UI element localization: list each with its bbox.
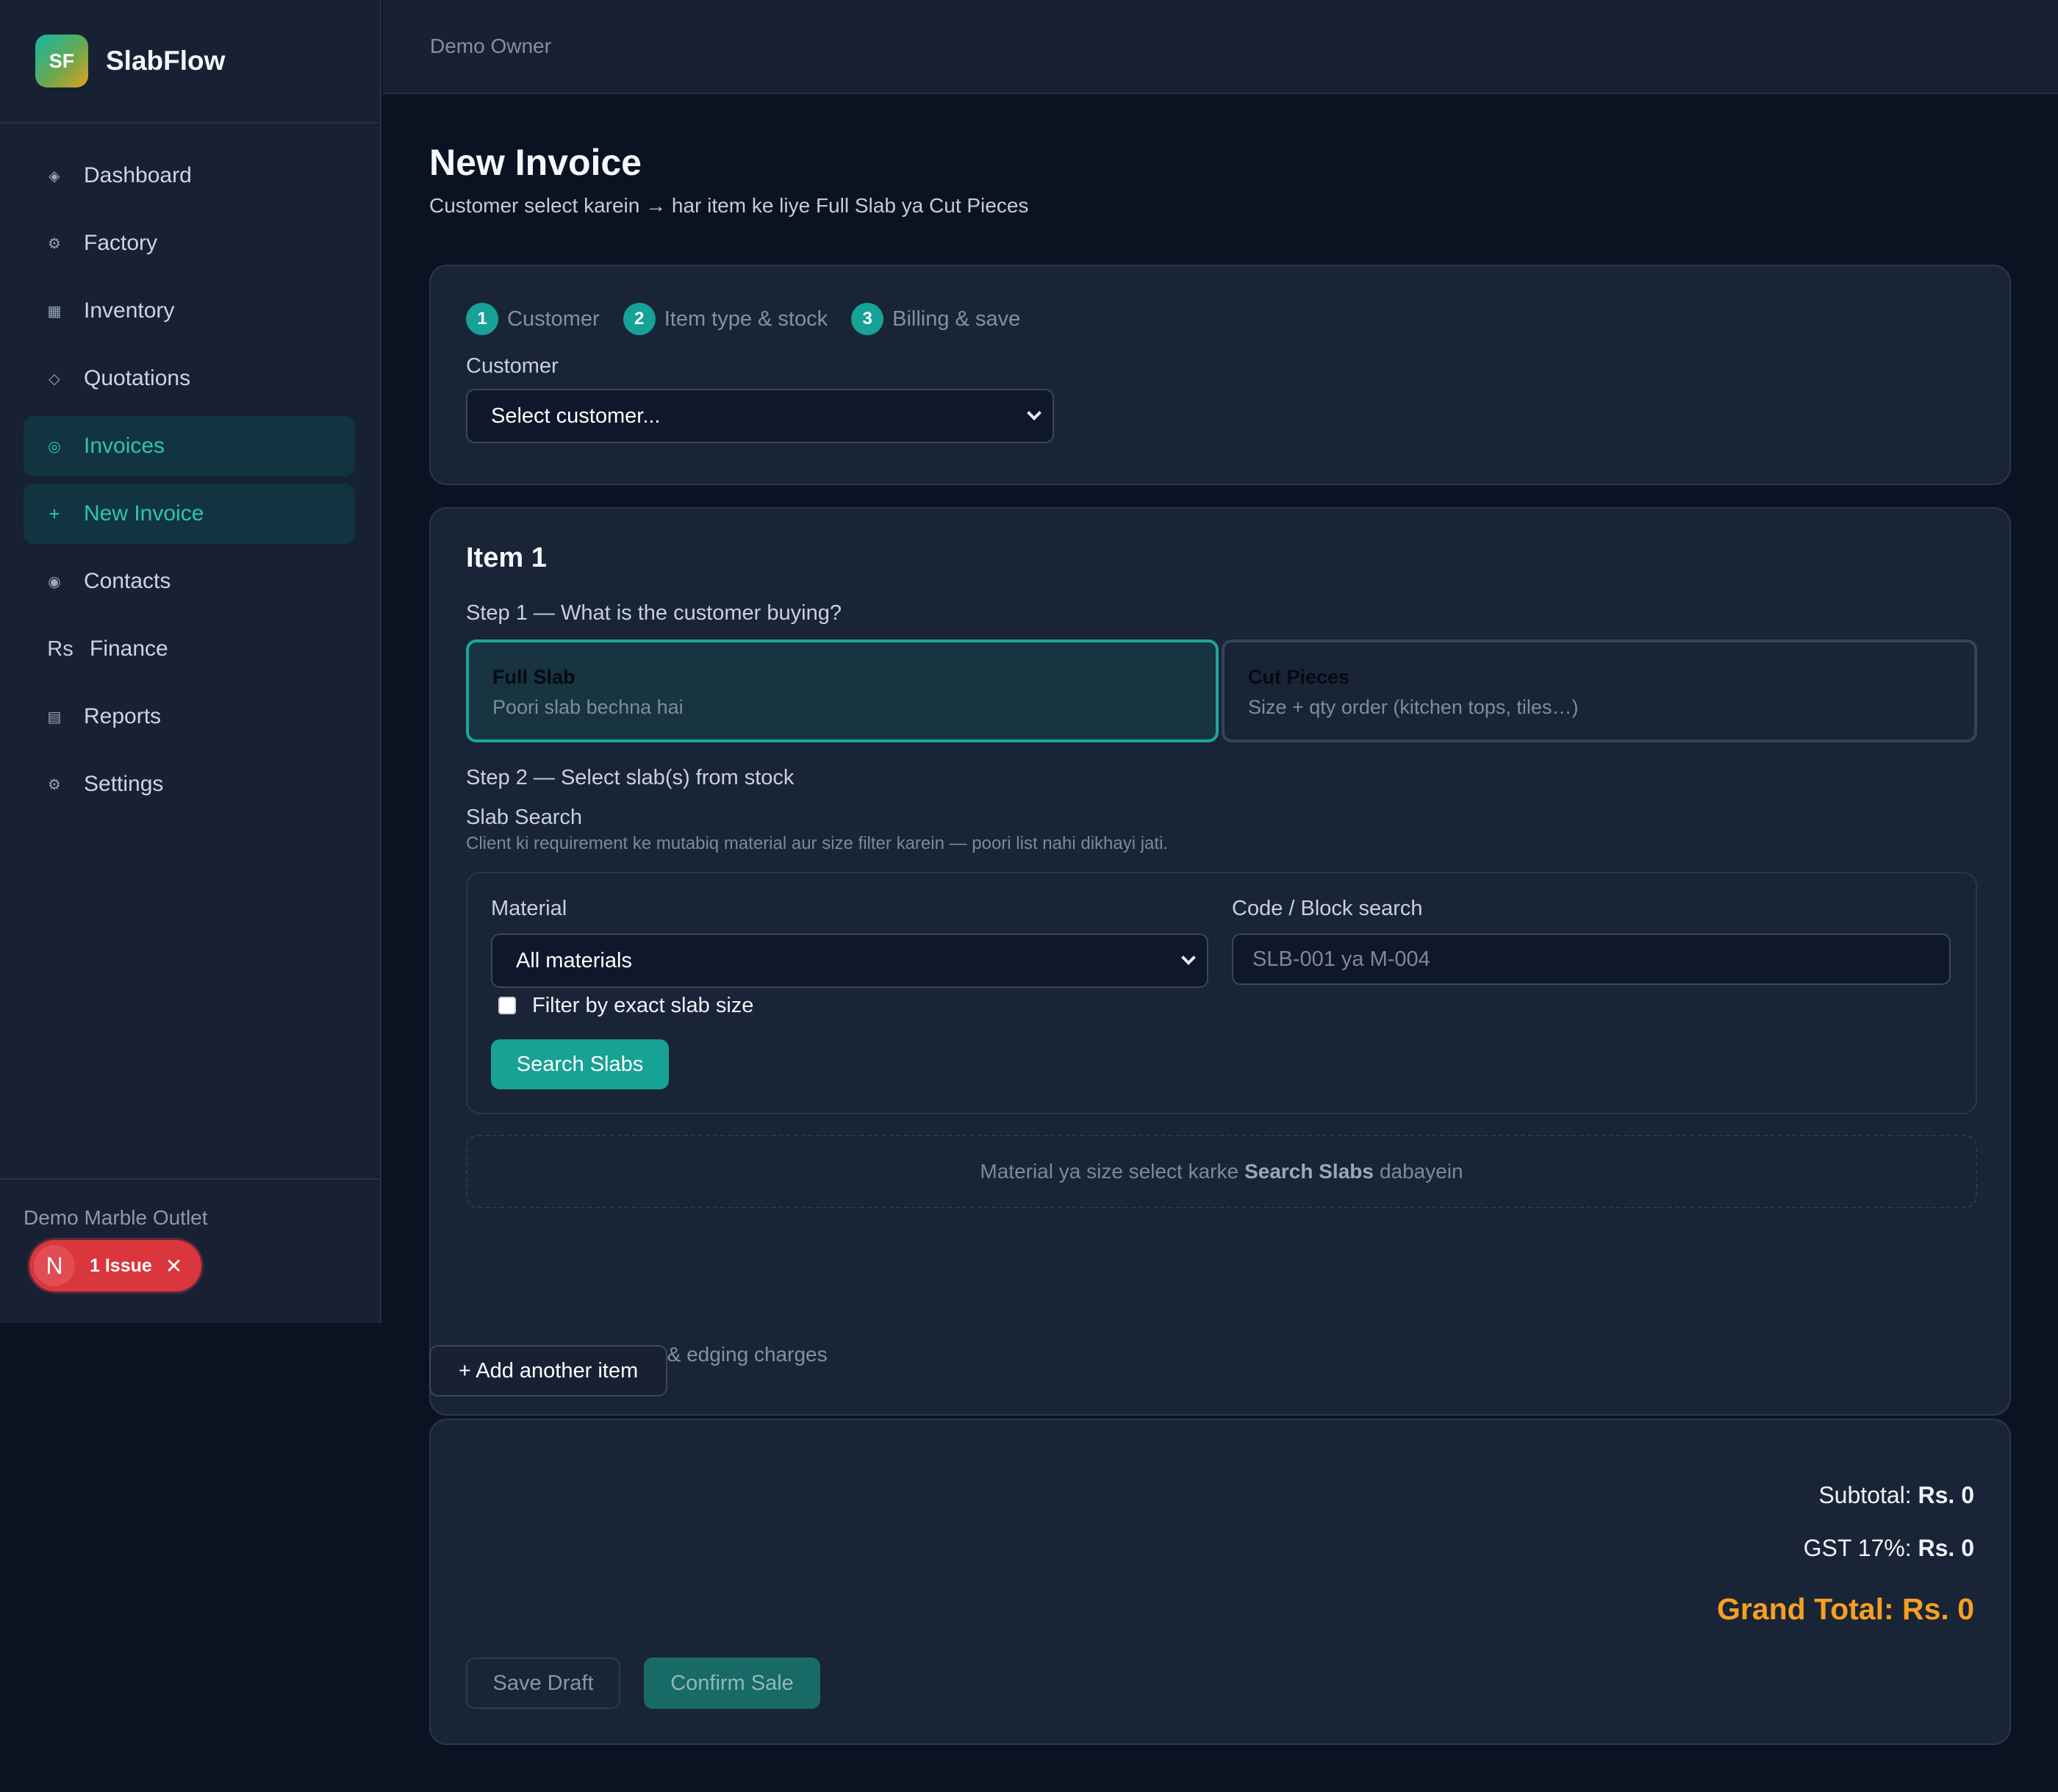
brand[interactable]: SF SlabFlow	[0, 0, 380, 123]
subtotal-value: Rs. 0	[1918, 1482, 1974, 1508]
sidebar-item-settings[interactable]: ⚙ Settings	[24, 754, 355, 814]
step-label: Item type & stock	[664, 307, 828, 331]
empty-state-bold: Search Slabs	[1244, 1160, 1374, 1183]
material-select[interactable]: All materials	[491, 933, 1208, 988]
sidebar-item-label: New Invoice	[84, 501, 204, 526]
code-search-placeholder: SLB-001 ya M-004	[1252, 947, 1430, 971]
subtotal-label: Subtotal:	[1818, 1482, 1912, 1508]
empty-state-text: Material ya size select karke	[980, 1160, 1239, 1183]
app-name: SlabFlow	[106, 46, 226, 76]
grand-total: Grand Total: Rs. 0	[1716, 1592, 1974, 1626]
sidebar-item-invoices[interactable]: ◎ Invoices	[24, 416, 355, 476]
sidebar-item-new-invoice[interactable]: + New Invoice	[24, 484, 355, 544]
gst: GST 17%: Rs. 0	[1804, 1535, 1974, 1562]
sidebar-item-quotations[interactable]: ◇ Quotations	[24, 348, 355, 409]
plus-icon: +	[49, 502, 60, 525]
step1-label: Step 1 — What is the customer buying?	[466, 601, 842, 625]
save-draft-button[interactable]: Save Draft	[466, 1657, 620, 1709]
slab-search-hint: Client ki requirement ke mutabiq materia…	[466, 834, 1169, 853]
step-billing: 3 Billing & save	[851, 303, 1020, 335]
sidebar-nav: ◈ Dashboard ⚙ Factory ▦ Inventory ◇ Quot…	[0, 123, 380, 814]
diamond-icon: ◇	[49, 370, 60, 387]
sidebar-footer: Demo Marble Outlet N 1 Issue ✕	[0, 1178, 380, 1291]
confirm-sale-button[interactable]: Confirm Sale	[644, 1657, 820, 1709]
exact-size-label: Filter by exact slab size	[532, 994, 754, 1017]
main-content: New Invoice Customer select karein → har…	[429, 94, 2011, 1745]
customer-select[interactable]: Select customer...	[466, 389, 1054, 443]
step-number: 2	[623, 303, 656, 335]
top-bar: Demo Owner	[383, 0, 2058, 94]
step-item-type: 2 Item type & stock	[623, 303, 828, 335]
sidebar-item-label: Reports	[84, 704, 162, 728]
close-icon[interactable]: ✕	[165, 1254, 182, 1278]
sidebar: SF SlabFlow ◈ Dashboard ⚙ Factory ▦ Inve…	[0, 0, 381, 1323]
issue-badge[interactable]: N 1 Issue ✕	[29, 1240, 201, 1291]
target-icon: ◎	[48, 438, 61, 455]
step2-label: Step 2 — Select slab(s) from stock	[466, 766, 795, 789]
issue-label: 1 Issue	[90, 1255, 152, 1276]
subtotal: Subtotal: Rs. 0	[1818, 1482, 1974, 1509]
page-subtitle: Customer select karein → har item ke liy…	[429, 194, 1029, 217]
sidebar-item-contacts[interactable]: ◉ Contacts	[24, 551, 355, 612]
org-name: Demo Marble Outlet	[24, 1206, 208, 1229]
option-desc: Poori slab bechna hai	[492, 696, 684, 718]
sidebar-item-dashboard[interactable]: ◈ Dashboard	[24, 146, 355, 206]
code-search-label: Code / Block search	[1232, 897, 1423, 920]
option-full-slab[interactable]: Full Slab Poori slab bechna hai	[466, 639, 1219, 742]
rupee-icon: Rs	[47, 637, 74, 661]
option-title: Cut Pieces	[1248, 666, 1350, 688]
page-title: New Invoice	[429, 142, 642, 183]
item-card: Item 1 Step 1 — What is the customer buy…	[429, 507, 2011, 1416]
sidebar-item-label: Inventory	[84, 298, 175, 323]
app-logo: SF	[35, 35, 88, 87]
gst-value: Rs. 0	[1918, 1535, 1974, 1561]
sidebar-item-label: Contacts	[84, 569, 171, 593]
step-number: 1	[466, 303, 498, 335]
sidebar-item-reports[interactable]: ▤ Reports	[24, 687, 355, 747]
empty-state-text-end: dabayein	[1379, 1160, 1463, 1183]
current-user[interactable]: Demo Owner	[430, 35, 551, 58]
exact-size-checkbox[interactable]	[498, 997, 516, 1014]
customer-card: 1 Customer 2 Item type & stock 3 Billing…	[429, 265, 2011, 485]
gear-icon: ⚙	[48, 235, 61, 252]
customer-select-value: Select customer...	[491, 404, 661, 428]
material-label: Material	[491, 897, 567, 920]
gst-label: GST 17%:	[1803, 1535, 1912, 1561]
sidebar-item-finance[interactable]: Rs Finance	[24, 619, 355, 679]
step-customer: 1 Customer	[466, 303, 600, 335]
option-title: Full Slab	[492, 666, 576, 688]
slab-search-panel: Material All materials Code / Block sear…	[466, 872, 1977, 1114]
code-search-input[interactable]: SLB-001 ya M-004	[1232, 933, 1951, 985]
sidebar-item-factory[interactable]: ⚙ Factory	[24, 213, 355, 273]
issue-avatar: N	[34, 1245, 75, 1286]
radio-icon: ◉	[48, 573, 61, 590]
slab-search-title: Slab Search	[466, 806, 582, 829]
chevron-down-icon	[1181, 950, 1196, 965]
option-cut-pieces[interactable]: Cut Pieces Size + qty order (kitchen top…	[1222, 639, 1977, 742]
sidebar-item-label: Invoices	[84, 434, 165, 458]
list-icon: ▤	[47, 709, 62, 725]
grid-icon: ▦	[47, 303, 62, 320]
sidebar-item-label: Dashboard	[84, 163, 192, 187]
empty-state: Material ya size select karke Search Sla…	[466, 1135, 1977, 1208]
chevron-down-icon	[1027, 406, 1041, 420]
search-slabs-button[interactable]: Search Slabs	[491, 1039, 669, 1089]
add-item-button[interactable]: + Add another item	[429, 1345, 667, 1397]
item-title: Item 1	[466, 542, 547, 573]
step-indicator: 1 Customer 2 Item type & stock 3 Billing…	[466, 303, 1974, 335]
step-label: Billing & save	[892, 307, 1021, 331]
sidebar-item-label: Factory	[84, 231, 158, 255]
gear-icon: ⚙	[48, 776, 61, 793]
sidebar-item-label: Finance	[90, 637, 168, 661]
step-label: Customer	[507, 307, 600, 331]
sidebar-item-label: Settings	[84, 772, 164, 796]
material-select-value: All materials	[516, 948, 632, 972]
sidebar-item-label: Quotations	[84, 366, 191, 390]
customer-label: Customer	[466, 354, 559, 378]
sidebar-item-inventory[interactable]: ▦ Inventory	[24, 281, 355, 341]
option-desc: Size + qty order (kitchen tops, tiles…)	[1248, 696, 1579, 718]
diamond-dot-icon: ◈	[49, 168, 60, 184]
totals-card: Subtotal: Rs. 0 GST 17%: Rs. 0 Grand Tot…	[429, 1419, 2011, 1745]
step-number: 3	[851, 303, 884, 335]
